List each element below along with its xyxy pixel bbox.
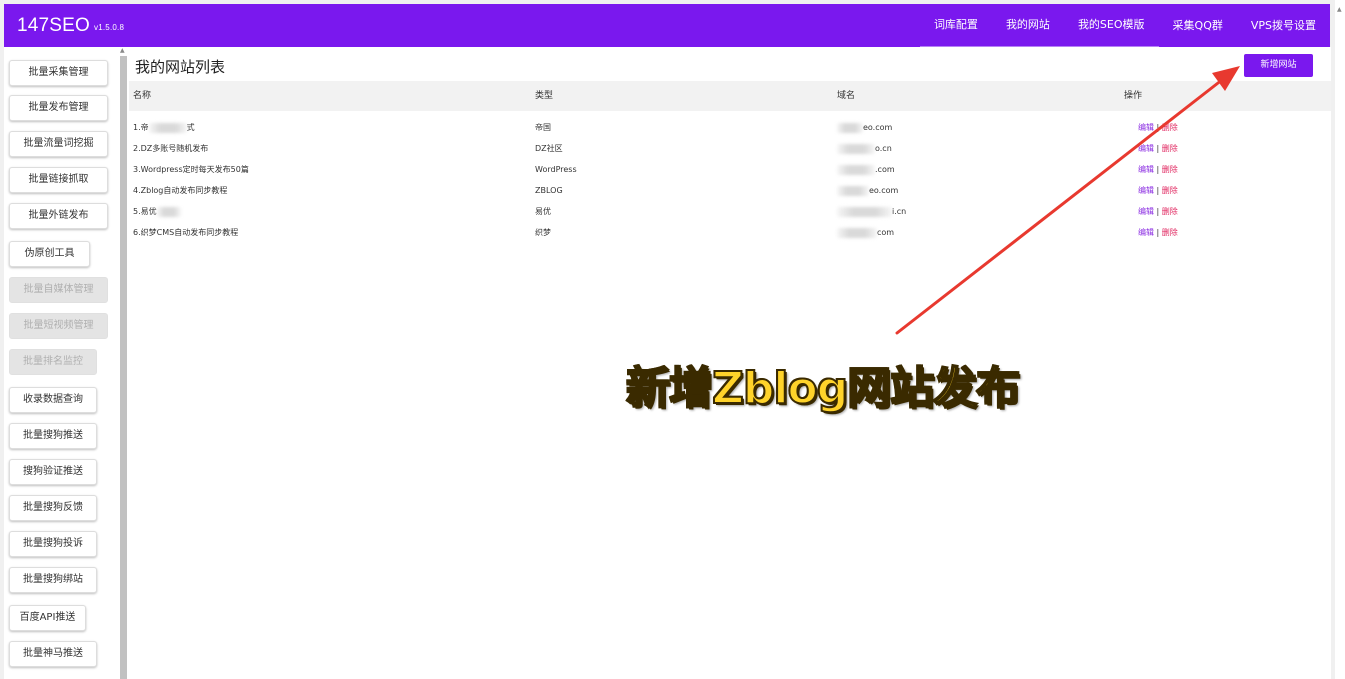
sidebar-item-sogou-feedback[interactable]: 批量搜狗反馈 bbox=[9, 495, 97, 521]
site-domain: eo.com bbox=[837, 117, 892, 138]
table-row: 4.Zblog自动发布同步教程 ZBLOG eo.com 编辑 | 删除 bbox=[129, 180, 1331, 201]
column-header-domain: 域名 bbox=[837, 91, 856, 101]
page-title: 我的网站列表 bbox=[135, 58, 226, 76]
column-header-name: 名称 bbox=[133, 91, 152, 101]
annotation-caption: 新增Zblog网站发布 bbox=[625, 362, 1021, 415]
sidebar-scroll-thumb[interactable] bbox=[120, 56, 127, 679]
row-actions: 编辑 | 删除 bbox=[1138, 186, 1178, 195]
nav-lexicon-config[interactable]: 词库配置 bbox=[919, 4, 992, 47]
delete-link[interactable]: 删除 bbox=[1162, 228, 1178, 237]
sidebar-item-short-video: 批量短视频管理 bbox=[9, 313, 108, 339]
sidebar-item-sogou-bind[interactable]: 批量搜狗绑站 bbox=[9, 567, 97, 593]
table-header: 名称 类型 域名 操作 bbox=[129, 81, 1331, 111]
sidebar-item-traffic-keywords[interactable]: 批量流量词挖掘 bbox=[9, 131, 108, 157]
site-domain: eo.com bbox=[837, 180, 898, 201]
edit-link[interactable]: 编辑 bbox=[1138, 228, 1154, 237]
site-type: 织梦 bbox=[535, 228, 551, 237]
brand-name: 147SEO bbox=[17, 14, 91, 36]
edit-link[interactable]: 编辑 bbox=[1138, 207, 1154, 216]
edit-link[interactable]: 编辑 bbox=[1138, 144, 1154, 153]
site-type: 帝国 bbox=[535, 123, 551, 132]
sidebar-item-batch-collect[interactable]: 批量采集管理 bbox=[9, 60, 108, 86]
row-actions: 编辑 | 删除 bbox=[1138, 123, 1178, 132]
site-name: 6.织梦CMS自动发布同步教程 bbox=[133, 228, 239, 237]
table-row: 1.帝式 帝国 eo.com 编辑 | 删除 bbox=[129, 117, 1331, 138]
sidebar-scrollbar[interactable]: ▲ bbox=[118, 47, 129, 679]
delete-link[interactable]: 删除 bbox=[1162, 123, 1178, 132]
site-type: 易优 bbox=[535, 207, 551, 216]
delete-link[interactable]: 删除 bbox=[1162, 165, 1178, 174]
nav-seo-templates[interactable]: 我的SEO模版 bbox=[1063, 4, 1159, 47]
sidebar-item-sogou-verify[interactable]: 搜狗验证推送 bbox=[9, 459, 97, 485]
page-scrollbar[interactable]: ▲ bbox=[1335, 0, 1345, 679]
sidebar-item-media-manage: 批量自媒体管理 bbox=[9, 277, 108, 303]
delete-link[interactable]: 删除 bbox=[1162, 144, 1178, 153]
sidebar-item-batch-publish[interactable]: 批量发布管理 bbox=[9, 95, 108, 121]
site-name: 2.DZ多账号随机发布 bbox=[133, 144, 209, 153]
brand-version: v1.5.0.8 bbox=[94, 22, 125, 32]
site-name: 3.Wordpress定时每天发布50篇 bbox=[133, 165, 249, 174]
sidebar: 批量采集管理 批量发布管理 批量流量词挖掘 批量链接抓取 批量外链发布 伪原创工… bbox=[4, 47, 118, 679]
nav-my-sites[interactable]: 我的网站 bbox=[991, 4, 1064, 47]
row-actions: 编辑 | 删除 bbox=[1138, 228, 1178, 237]
column-header-type: 类型 bbox=[535, 91, 554, 101]
site-domain: com bbox=[837, 222, 894, 243]
add-site-button[interactable]: 新增网站 bbox=[1244, 54, 1313, 77]
site-name: 1.帝式 bbox=[133, 122, 195, 133]
scroll-up-icon[interactable]: ▲ bbox=[1337, 6, 1342, 13]
site-domain: .com bbox=[837, 159, 895, 180]
sidebar-item-index-query[interactable]: 收录数据查询 bbox=[9, 387, 97, 413]
row-actions: 编辑 | 删除 bbox=[1138, 144, 1178, 153]
site-name: 5.易优 bbox=[133, 201, 181, 222]
table-row: 2.DZ多账号随机发布 DZ社区 o.cn 编辑 | 删除 bbox=[129, 138, 1331, 159]
delete-link[interactable]: 删除 bbox=[1162, 186, 1178, 195]
edit-link[interactable]: 编辑 bbox=[1138, 165, 1154, 174]
sidebar-item-sogou-complaint[interactable]: 批量搜狗投诉 bbox=[9, 531, 97, 557]
site-domain: i.cn bbox=[837, 201, 906, 222]
sidebar-item-sogou-push[interactable]: 批量搜狗推送 bbox=[9, 423, 97, 449]
sidebar-item-shenma-push[interactable]: 批量神马推送 bbox=[9, 641, 97, 667]
sidebar-item-baidu-api[interactable]: 百度API推送 bbox=[9, 605, 86, 631]
sidebar-item-link-crawl[interactable]: 批量链接抓取 bbox=[9, 167, 108, 193]
row-actions: 编辑 | 删除 bbox=[1138, 207, 1178, 216]
table-row: 5.易优 易优 i.cn 编辑 | 删除 bbox=[129, 201, 1331, 222]
site-domain: o.cn bbox=[837, 138, 892, 159]
table-row: 6.织梦CMS自动发布同步教程 织梦 com 编辑 | 删除 bbox=[129, 222, 1331, 243]
site-name: 4.Zblog自动发布同步教程 bbox=[133, 186, 228, 195]
sidebar-item-rank-monitor: 批量排名监控 bbox=[9, 349, 97, 375]
nav-qq-groups[interactable]: 采集QQ群 bbox=[1159, 4, 1237, 47]
top-nav: 词库配置 我的网站 我的SEO模版 采集QQ群 VPS拨号设置 bbox=[919, 4, 1330, 47]
site-type: ZBLOG bbox=[535, 186, 563, 195]
scroll-up-icon[interactable]: ▲ bbox=[120, 47, 125, 54]
table-row: 3.Wordpress定时每天发布50篇 WordPress .com 编辑 |… bbox=[129, 159, 1331, 180]
app-brand: 147SEO v1.5.0.8 bbox=[17, 15, 124, 37]
row-actions: 编辑 | 删除 bbox=[1138, 165, 1178, 174]
site-type: DZ社区 bbox=[535, 144, 563, 153]
sidebar-item-pseudo-original[interactable]: 伪原创工具 bbox=[9, 241, 90, 267]
delete-link[interactable]: 删除 bbox=[1162, 207, 1178, 216]
top-bar: 147SEO v1.5.0.8 词库配置 我的网站 我的SEO模版 采集QQ群 V… bbox=[4, 4, 1330, 47]
edit-link[interactable]: 编辑 bbox=[1138, 123, 1154, 132]
nav-vps-dial[interactable]: VPS拨号设置 bbox=[1237, 4, 1330, 47]
sidebar-item-backlink-publish[interactable]: 批量外链发布 bbox=[9, 203, 108, 229]
edit-link[interactable]: 编辑 bbox=[1138, 186, 1154, 195]
column-header-actions: 操作 bbox=[1124, 91, 1143, 101]
site-type: WordPress bbox=[535, 165, 577, 174]
